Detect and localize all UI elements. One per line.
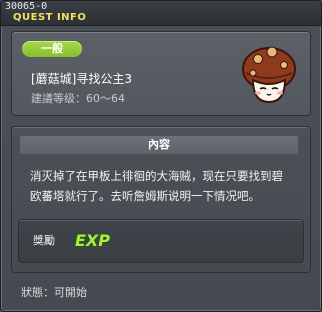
level-requirement: 建議等级：60～64 [31,92,125,105]
status-value: 可開始 [54,286,87,299]
window-title: QUEST INFO [13,12,87,23]
quest-description: 消灭掉了在甲板上徘徊的大海贼，现在只要找到碧欧蕃塔就行了。去听詹姆斯说明一下情况… [30,169,283,203]
quest-header-panel: 一般 [蘑菇城]寻找公主3 建議等级：60～64 [11,31,311,116]
reward-box: 獎勵 EXP [18,219,304,263]
quest-name: [蘑菇城]寻找公主3 [31,72,132,86]
svg-text:EXP: EXP [75,231,110,250]
quest-id: 30065-0 [5,1,48,12]
quest-status: 狀態：可開始 [21,286,87,299]
level-range: 60～64 [86,92,125,105]
quest-content-panel: 內容 消灭掉了在甲板上徘徊的大海贼，现在只要找到碧欧蕃塔就行了。去听詹姆斯说明一… [11,126,311,273]
reward-label: 獎勵 [33,234,55,247]
mushroom-npc-icon [242,46,296,104]
level-label: 建議等级： [31,92,86,105]
exp-icon: EXP [74,230,110,250]
content-header: 內容 [20,136,298,154]
quest-info-window: 30065-0 QUEST INFO 一般 [蘑菇城]寻找公主3 建議等级：60… [0,0,322,312]
category-badge: 一般 [22,41,82,57]
title-bar[interactable]: 30065-0 QUEST INFO [1,1,321,26]
status-label: 狀態： [21,286,54,299]
